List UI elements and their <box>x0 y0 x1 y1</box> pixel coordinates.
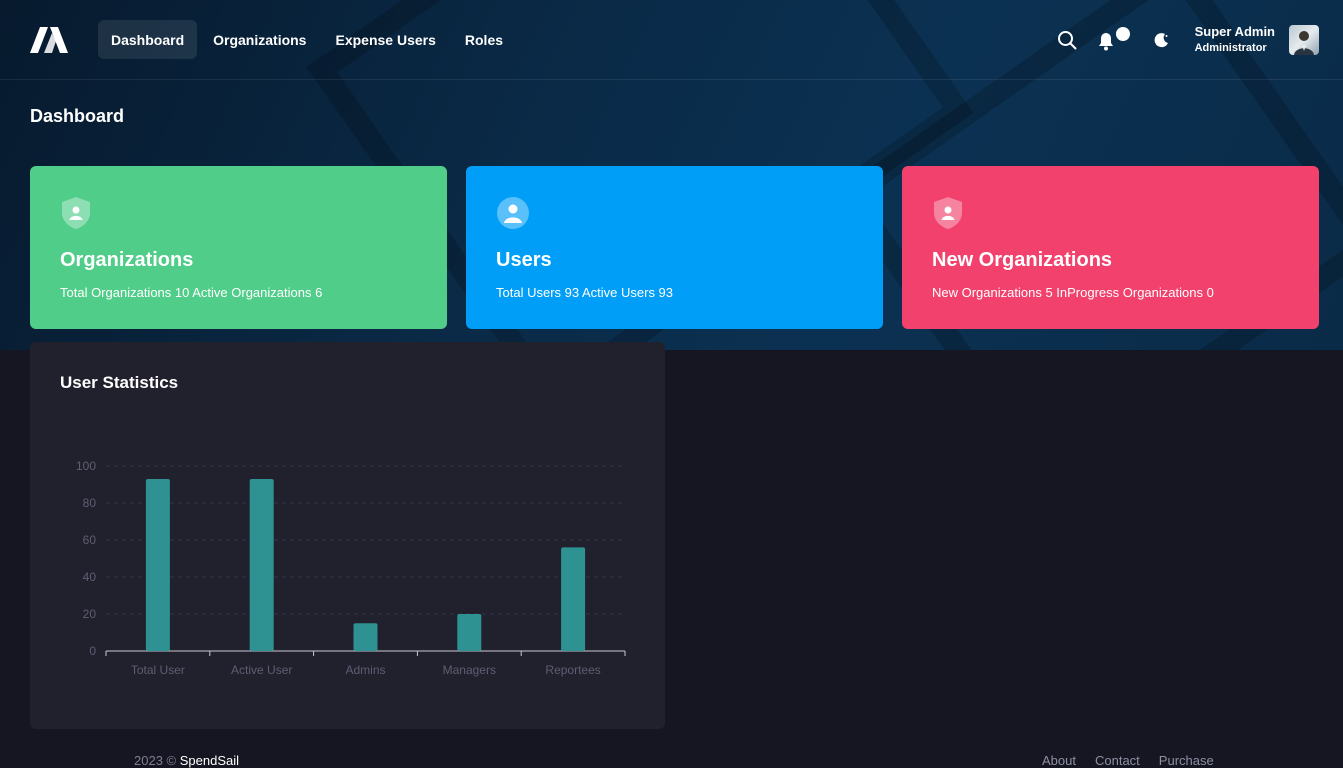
footer: 2023 © SpendSail About Contact Purchase <box>0 752 1343 768</box>
card-new-organizations[interactable]: New Organizations New Organizations 5 In… <box>902 166 1319 329</box>
y-tick-label: 0 <box>89 644 96 658</box>
y-tick-label: 40 <box>83 570 97 584</box>
user-name: Super Admin <box>1194 24 1275 39</box>
user-statistics-chart: 0 20 40 60 80 100 Total User Active User Admins M… <box>76 459 626 677</box>
bar <box>353 623 378 651</box>
footer-copyright: 2023 © SpendSail <box>134 753 239 768</box>
footer-brand-link[interactable]: SpendSail <box>180 753 239 768</box>
y-tick-label: 100 <box>76 459 96 473</box>
top-navbar: Dashboard Organizations Expense Users Ro… <box>0 0 1343 80</box>
footer-year: 2023 © <box>134 753 177 768</box>
notification-bell-icon[interactable] <box>1096 27 1136 51</box>
user-circle-icon <box>496 196 529 230</box>
search-icon[interactable] <box>1056 29 1078 51</box>
card-title: New Organizations <box>932 249 1113 271</box>
user-info[interactable]: Super Admin Administrator <box>1195 23 1275 57</box>
user-statistics-panel: User Statistics 0 20 40 60 80 100 Total User Ac… <box>30 342 665 729</box>
card-subtitle: New Organizations 5 InProgress Organizat… <box>932 285 1214 300</box>
card-title: Organizations <box>60 249 194 271</box>
y-tick-label: 60 <box>83 533 97 547</box>
x-tick-label: Admins <box>345 663 385 677</box>
x-tick-label: Managers <box>443 663 496 677</box>
footer-link-purchase[interactable]: Purchase <box>1159 753 1214 768</box>
main-nav: Dashboard Organizations Expense Users Ro… <box>98 20 519 59</box>
y-tick-label: 20 <box>83 607 97 621</box>
nav-expense-users[interactable]: Expense Users <box>322 20 448 59</box>
y-tick-label: 80 <box>83 496 97 510</box>
card-users[interactable]: Users Total Users 93 Active Users 93 <box>466 166 883 329</box>
avatar[interactable] <box>1289 25 1319 55</box>
bar <box>145 478 170 651</box>
footer-link-contact[interactable]: Contact <box>1095 753 1140 768</box>
x-tick-label: Total User <box>131 663 185 677</box>
card-title: Users <box>496 249 552 271</box>
shield-user-icon <box>932 196 964 230</box>
user-role: Administrator <box>1194 42 1267 54</box>
bar <box>249 478 274 651</box>
nav-dashboard[interactable]: Dashboard <box>98 20 198 59</box>
nav-roles[interactable]: Roles <box>452 20 516 59</box>
card-subtitle: Total Users 93 Active Users 93 <box>496 285 674 300</box>
app-logo[interactable] <box>30 27 68 53</box>
page-title: Dashboard <box>30 106 125 126</box>
x-tick-label: Reportees <box>545 663 600 677</box>
card-organizations[interactable]: Organizations Total Organizations 10 Act… <box>30 166 447 329</box>
nav-organizations[interactable]: Organizations <box>200 20 319 59</box>
bar <box>561 547 586 651</box>
card-subtitle: Total Organizations 10 Active Organizati… <box>60 285 323 300</box>
topbar-actions: Super Admin Administrator <box>1056 20 1319 60</box>
dark-mode-moon-icon[interactable] <box>1151 29 1173 51</box>
x-tick-label: Active User <box>231 663 292 677</box>
footer-links: About Contact Purchase <box>1042 753 1214 768</box>
shield-user-icon <box>60 196 92 230</box>
bar <box>457 614 482 651</box>
footer-link-about[interactable]: About <box>1042 753 1076 768</box>
